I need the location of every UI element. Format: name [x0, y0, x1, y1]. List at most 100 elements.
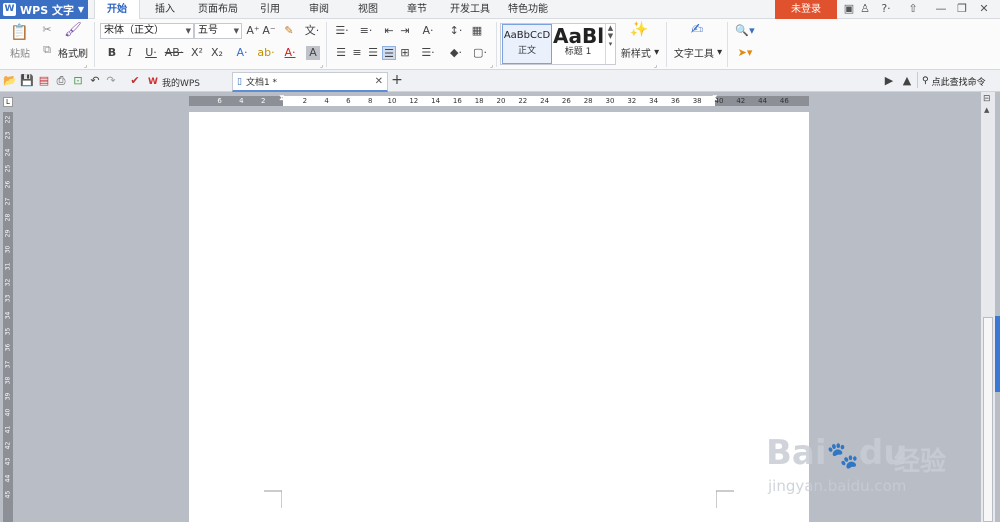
- underline-icon[interactable]: U·: [141, 46, 161, 60]
- new-style-button[interactable]: 新样式 ▾: [618, 46, 662, 60]
- strikethrough-icon[interactable]: AB·: [163, 46, 185, 60]
- minimize-icon[interactable]: —: [934, 2, 948, 16]
- justify-icon[interactable]: ☰: [382, 46, 396, 60]
- tab-insert[interactable]: 插入: [142, 0, 188, 19]
- align-center-icon[interactable]: ≡: [350, 46, 364, 60]
- select-icon[interactable]: ➤▾: [734, 46, 756, 60]
- horizontal-ruler[interactable]: 6 4 2 2 4 6 8 10 12 14 16 18 20 22 24 26 28 30 32 34 36 38 40 4…: [189, 93, 809, 106]
- dialog-launcher-icon[interactable]: ⌟: [490, 61, 493, 69]
- wps-icon: W: [148, 77, 158, 87]
- line-spacing-icon[interactable]: ☰·: [418, 46, 438, 60]
- export-pdf-icon[interactable]: ▤: [37, 74, 51, 88]
- style-heading-1[interactable]: AaBl 标题 1: [553, 24, 603, 64]
- text-direction-icon[interactable]: A·: [418, 24, 438, 38]
- text-tools-button[interactable]: 文字工具 ▾: [670, 46, 726, 60]
- style-scroll[interactable]: ▲ ▼ ▾: [605, 24, 615, 64]
- shrink-font-icon[interactable]: A⁻: [262, 24, 276, 38]
- redo-icon[interactable]: ↷: [104, 74, 118, 88]
- tab-chapter[interactable]: 章节: [396, 0, 438, 19]
- separator: [496, 22, 497, 67]
- pin-icon[interactable]: ✔: [128, 74, 142, 88]
- borders-icon[interactable]: ▢·: [470, 46, 490, 60]
- dialog-launcher-icon[interactable]: ⌟: [320, 61, 323, 69]
- numbered-list-icon[interactable]: ≡·: [356, 24, 376, 38]
- print-icon[interactable]: ⎙: [54, 74, 68, 88]
- dialog-launcher-icon[interactable]: ⌟: [654, 61, 657, 69]
- style-normal[interactable]: AaBbCcD 正文: [502, 24, 552, 64]
- format-painter-button[interactable]: 格式刷: [56, 46, 90, 60]
- grow-font-icon[interactable]: A⁺: [246, 24, 260, 38]
- right-indent-marker-icon[interactable]: ⧗: [712, 93, 718, 103]
- clear-format-icon[interactable]: ✎: [282, 24, 296, 38]
- subscript-icon[interactable]: X₂: [210, 46, 224, 60]
- increase-indent-icon[interactable]: ⇥: [398, 24, 412, 38]
- undo-icon[interactable]: ↶: [88, 74, 102, 88]
- tab-page-layout[interactable]: 页面布局: [192, 0, 244, 19]
- search-icon: ⚲: [922, 76, 929, 86]
- sidebar-toggle-icon[interactable]: ▶: [882, 74, 896, 88]
- save-icon[interactable]: 💾: [20, 74, 34, 88]
- print-preview-icon[interactable]: ⊡: [71, 74, 85, 88]
- find-replace-icon[interactable]: 🔍▾: [734, 24, 756, 38]
- app-menu-button[interactable]: W WPS 文字 ▼: [0, 0, 88, 19]
- tab-my-wps[interactable]: W 我的WPS: [144, 72, 230, 92]
- paste-icon[interactable]: 📋: [10, 25, 29, 43]
- align-left-icon[interactable]: ☰: [334, 46, 348, 60]
- font-color-icon[interactable]: A·: [280, 46, 300, 60]
- text-effect-icon[interactable]: A·: [232, 46, 252, 60]
- side-panel-toggle[interactable]: [995, 316, 1000, 392]
- scroll-up-icon[interactable]: ▲: [984, 106, 989, 114]
- help-icon[interactable]: ?·: [876, 2, 896, 16]
- tab-features[interactable]: 特色功能: [502, 0, 554, 19]
- document-icon: ▯: [237, 76, 242, 87]
- close-tab-icon[interactable]: ✕: [375, 76, 383, 87]
- document-tab-bar: 📂 💾 ▤ ⎙ ⊡ ↶ ↷ ✔ W 我的WPS ▯ 文档1 * ✕ + ▶ ▲ …: [0, 70, 1000, 92]
- ruler-tick-label: 29: [4, 229, 12, 238]
- upload-icon[interactable]: ⇧: [906, 2, 920, 16]
- align-right-icon[interactable]: ☰: [366, 46, 380, 60]
- bullet-list-icon[interactable]: ☰·: [332, 24, 352, 38]
- ruler-tick-label: 28: [583, 97, 593, 105]
- decrease-indent-icon[interactable]: ⇤: [382, 24, 396, 38]
- char-shading-icon[interactable]: A: [306, 46, 320, 60]
- tab-view[interactable]: 视图: [347, 0, 389, 19]
- vertical-ruler[interactable]: 22 23 24 25 26 27 28 29 30 31 32 33 34 35 36 37 38 39 40 41…: [3, 112, 13, 522]
- ruler-tick-label: 35: [4, 327, 12, 336]
- brush-icon[interactable]: 🖌: [64, 23, 82, 41]
- copy-icon[interactable]: ⧉: [40, 43, 54, 57]
- italic-icon[interactable]: I: [123, 46, 137, 60]
- cut-icon[interactable]: ✂: [40, 23, 54, 37]
- new-tab-icon[interactable]: +: [390, 73, 404, 87]
- tab-document-1[interactable]: ▯ 文档1 * ✕: [232, 72, 388, 92]
- tab-review[interactable]: 审阅: [298, 0, 340, 19]
- dialog-launcher-icon[interactable]: ⌟: [84, 61, 87, 69]
- ruler-tick-label: 24: [4, 148, 12, 156]
- restore-icon[interactable]: ❐: [955, 2, 969, 16]
- distributed-icon[interactable]: ⊞: [398, 46, 412, 60]
- tab-references[interactable]: 引用: [250, 0, 290, 19]
- command-search[interactable]: ⚲ 点此查找命令: [922, 73, 986, 89]
- font-name-select[interactable]: 宋体（正文） ▼: [100, 23, 194, 39]
- document-page[interactable]: [189, 112, 809, 522]
- ruler-tick-label: 32: [4, 278, 12, 287]
- login-button[interactable]: 未登录: [775, 0, 837, 19]
- font-size-select[interactable]: 五号 ▼: [194, 23, 242, 39]
- tab-stop-selector[interactable]: L: [3, 97, 13, 107]
- open-icon[interactable]: 📂: [3, 74, 17, 88]
- skin-icon[interactable]: ▣: [842, 2, 856, 16]
- tab-home[interactable]: 开始: [94, 0, 140, 20]
- shading-icon[interactable]: ◆·: [446, 46, 466, 60]
- sort-icon[interactable]: ↕·: [446, 24, 466, 38]
- table-border-icon[interactable]: ▦: [470, 24, 484, 38]
- bold-icon[interactable]: B: [105, 46, 119, 60]
- shirt-icon[interactable]: ♙: [858, 2, 872, 16]
- collapse-icon[interactable]: ▲: [900, 74, 914, 88]
- highlight-icon[interactable]: ab·: [256, 46, 276, 60]
- close-icon[interactable]: ✕: [977, 2, 991, 16]
- tab-developer[interactable]: 开发工具: [444, 0, 496, 19]
- paste-button[interactable]: 粘贴: [4, 46, 36, 60]
- superscript-icon[interactable]: X²: [190, 46, 204, 60]
- indent-marker-icon[interactable]: ⧗: [279, 93, 285, 103]
- scroll-corner-icon[interactable]: ⊟: [983, 94, 991, 104]
- phonetic-icon[interactable]: 文·: [302, 24, 322, 38]
